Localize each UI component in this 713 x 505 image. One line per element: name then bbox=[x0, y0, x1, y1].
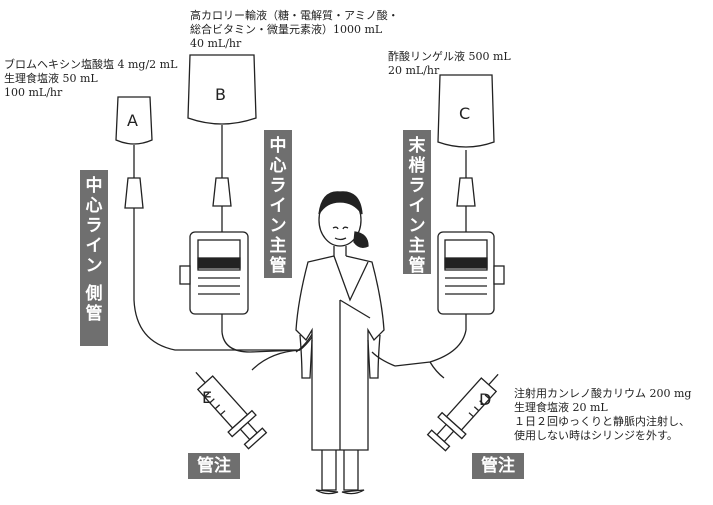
tag-bolus-left: 管注 bbox=[188, 453, 240, 479]
label-b: B bbox=[215, 85, 226, 104]
syringe-d-description: 注射用カンレノ酸カリウム 200 mg 生理食塩液 20 mL １日２回ゆっくり… bbox=[514, 387, 691, 443]
drip-chamber-a bbox=[124, 177, 144, 209]
tag-peripheral-main: 末 梢 ラ イ ン 主 管 bbox=[403, 130, 431, 276]
tag-central-side-char: 側 bbox=[85, 284, 103, 304]
label-c: C bbox=[459, 104, 470, 123]
tag-central-side: 中 心 ラ イ ン 側 管 bbox=[80, 170, 108, 346]
tag-peripheral-main-char: ン bbox=[408, 216, 426, 236]
bag-b-line-2: 総合ビタミン・微量元素液）1000 mL bbox=[190, 23, 383, 36]
bag-a-line-2: 生理食塩液 50 mL bbox=[4, 72, 98, 85]
tag-central-side-char: 心 bbox=[85, 196, 103, 216]
infusion-pump-b bbox=[179, 231, 249, 315]
syringe-d-line-4: 使用しない時はシリンジを外す。 bbox=[514, 429, 678, 442]
tag-central-main-char: ン bbox=[269, 216, 287, 236]
bag-b-description: 高カロリー輸液（糖・電解質・アミノ酸・ 総合ビタミン・微量元素液）1000 mL… bbox=[190, 9, 399, 51]
drip-chamber-b bbox=[212, 177, 232, 207]
tag-central-main: 中 心 ラ イ ン 主 管 bbox=[264, 130, 292, 278]
tag-peripheral-main-char: 管 bbox=[408, 256, 426, 276]
tag-central-main-char: 管 bbox=[269, 256, 287, 276]
tag-central-side-char: 中 bbox=[85, 176, 103, 196]
tag-central-side-char: ン bbox=[85, 256, 103, 276]
bag-b-line-3: 40 mL/hr bbox=[190, 37, 242, 50]
tag-central-main-char: 心 bbox=[269, 156, 287, 176]
bag-a-description: ブロムヘキシン塩酸塩 4 mg/2 mL 生理食塩液 50 mL 100 mL/… bbox=[4, 58, 177, 100]
tag-bolus-right: 管注 bbox=[472, 453, 524, 479]
drip-chamber-c bbox=[456, 177, 476, 207]
syringe-d-line-2: 生理食塩液 20 mL bbox=[514, 401, 608, 414]
tag-peripheral-main-char: ラ bbox=[408, 176, 426, 196]
tag-peripheral-main-char: イ bbox=[408, 196, 426, 216]
syringe-d-line-3: １日２回ゆっくりと静脈内注射し、 bbox=[514, 415, 690, 428]
infusion-pump-c bbox=[437, 231, 505, 315]
tag-peripheral-main-char: 末 bbox=[408, 136, 426, 156]
tag-central-main-char: イ bbox=[269, 196, 287, 216]
tag-peripheral-main-char: 主 bbox=[408, 236, 426, 256]
label-d: D bbox=[479, 390, 491, 409]
bag-c-line-1: 酢酸リンゲル液 500 mL bbox=[388, 50, 511, 63]
tag-central-main-char: 主 bbox=[269, 236, 287, 256]
tag-central-side-char: 管 bbox=[85, 304, 103, 324]
syringe-e bbox=[195, 371, 268, 450]
tag-central-main-char: 中 bbox=[269, 136, 287, 156]
label-e: E bbox=[202, 388, 212, 407]
tag-central-side-char: ラ bbox=[85, 216, 103, 236]
bag-c-line-2: 20 mL/hr bbox=[388, 64, 440, 77]
tag-peripheral-main-char: 梢 bbox=[408, 156, 426, 176]
bag-c-description: 酢酸リンゲル液 500 mL 20 mL/hr bbox=[388, 50, 511, 78]
bag-a-line-1: ブロムヘキシン塩酸塩 4 mg/2 mL bbox=[4, 58, 178, 71]
bag-a-line-3: 100 mL/hr bbox=[4, 86, 63, 99]
syringe-d-line-1: 注射用カンレノ酸カリウム 200 mg bbox=[514, 387, 692, 400]
bag-b-line-1: 高カロリー輸液（糖・電解質・アミノ酸・ bbox=[190, 9, 399, 22]
tag-central-side-char: イ bbox=[85, 236, 103, 256]
patient-figure bbox=[295, 191, 385, 495]
label-a: A bbox=[127, 111, 138, 130]
syringe-d bbox=[426, 373, 499, 452]
tag-central-main-char: ラ bbox=[269, 176, 287, 196]
